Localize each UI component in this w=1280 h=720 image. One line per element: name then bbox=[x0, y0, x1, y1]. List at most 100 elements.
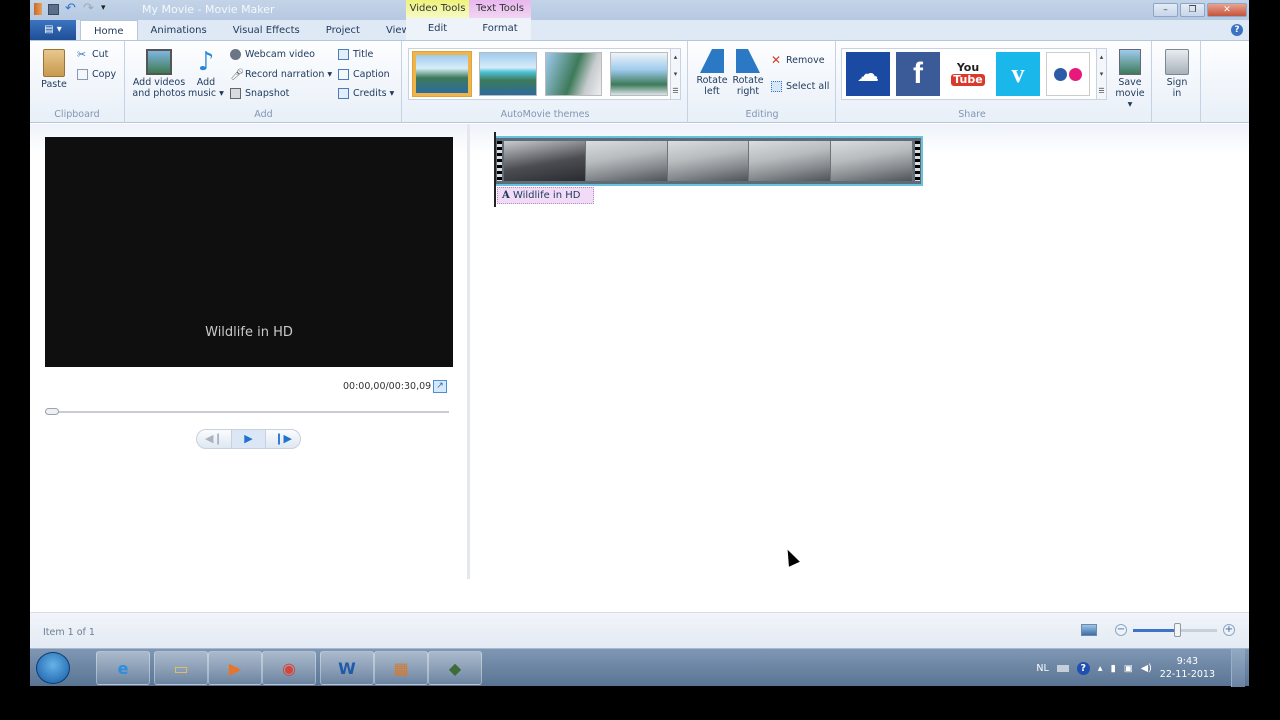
taskbar-movie-maker-icon[interactable]: ▦ bbox=[374, 651, 428, 685]
clip-frame-thumbnail bbox=[504, 141, 586, 181]
flickr-icon[interactable] bbox=[1046, 52, 1090, 96]
theme-item[interactable] bbox=[610, 52, 669, 96]
power-icon[interactable]: ▮ bbox=[1111, 663, 1116, 674]
caption-button[interactable]: Caption bbox=[338, 69, 390, 80]
volume-icon[interactable]: ◀) bbox=[1141, 663, 1152, 674]
paste-button[interactable]: Paste bbox=[38, 49, 70, 90]
redo-icon[interactable]: ↷ bbox=[83, 2, 95, 15]
show-hidden-icons-icon[interactable]: ▴ bbox=[1098, 663, 1103, 674]
zoom-slider-fill bbox=[1133, 628, 1177, 632]
zoom-in-button[interactable]: + bbox=[1223, 624, 1235, 636]
seek-thumb[interactable] bbox=[45, 408, 59, 415]
webcam-video-button[interactable]: Webcam video bbox=[230, 49, 315, 60]
share-gallery: ☁ f You Tube v bbox=[841, 48, 1097, 100]
zoom-out-button[interactable]: − bbox=[1115, 624, 1127, 636]
taskbar-internet-explorer-icon[interactable]: e bbox=[96, 651, 150, 685]
tab-home[interactable]: Home bbox=[80, 20, 138, 40]
save-icon[interactable] bbox=[48, 3, 59, 15]
themes-group-label: AutoMovie themes bbox=[500, 109, 590, 120]
video-clip[interactable] bbox=[494, 136, 923, 186]
scissors-icon: ✂ bbox=[77, 48, 87, 61]
remove-button[interactable]: ✕ Remove bbox=[771, 54, 825, 66]
tab-project[interactable]: Project bbox=[313, 20, 373, 40]
taskbar-file-explorer-icon[interactable]: ▭ bbox=[154, 651, 208, 685]
thumbnail-size-icon[interactable] bbox=[1081, 624, 1097, 636]
language-indicator[interactable]: NL bbox=[1036, 663, 1048, 674]
app-icon[interactable] bbox=[34, 3, 42, 15]
share-gallery-scroll[interactable]: ▴ ▾ ☰ bbox=[1096, 48, 1107, 100]
record-narration-button[interactable]: 🎤︎ Record narration ▾ bbox=[230, 69, 332, 80]
zoom-slider-thumb[interactable] bbox=[1173, 622, 1181, 637]
fullscreen-preview-button[interactable]: ↗ bbox=[433, 380, 447, 393]
vimeo-icon[interactable]: v bbox=[996, 52, 1040, 96]
skydrive-icon[interactable]: ☁ bbox=[846, 52, 890, 96]
clip-frame-thumbnail bbox=[667, 141, 750, 181]
editing-group-label: Editing bbox=[745, 109, 779, 120]
music-note-icon: ♪ bbox=[197, 47, 215, 77]
rotate-left-button[interactable]: Rotate left bbox=[695, 49, 729, 97]
clipboard-group-label: Clipboard bbox=[54, 109, 100, 120]
save-movie-button[interactable]: Save movie ▾ bbox=[1112, 49, 1148, 110]
show-desktop-button[interactable] bbox=[1231, 649, 1245, 687]
share-group: ☁ f You Tube v ▴ ▾ ☰ Save movie ▾ Share bbox=[837, 41, 1152, 123]
editing-group: Rotate left Rotate right ✕ Remove Select… bbox=[689, 41, 836, 123]
taskbar-other-app-icon[interactable]: ◆ bbox=[428, 651, 482, 685]
status-bar: Item 1 of 1 − + bbox=[30, 612, 1249, 648]
snapshot-button[interactable]: Snapshot bbox=[230, 88, 289, 99]
add-music-button[interactable]: ♪ Add music ▾ bbox=[188, 49, 224, 99]
tab-animations[interactable]: Animations bbox=[138, 20, 220, 40]
help-icon[interactable]: ? bbox=[1231, 24, 1243, 36]
restore-button[interactable]: ❐ bbox=[1180, 3, 1205, 17]
start-button[interactable] bbox=[36, 652, 70, 684]
play-button[interactable]: ▶ bbox=[230, 430, 267, 448]
theme-item[interactable] bbox=[413, 52, 471, 96]
playback-controls: ◀❙ ▶ ❙▶ bbox=[196, 429, 301, 449]
user-avatar-icon bbox=[1165, 49, 1189, 75]
clip-frame-thumbnail bbox=[585, 141, 668, 181]
tab-edit[interactable]: Edit bbox=[406, 18, 469, 40]
file-menu-button[interactable]: ▤ ▾ bbox=[30, 20, 76, 40]
zoom-slider[interactable] bbox=[1133, 622, 1217, 637]
title-button[interactable]: Title bbox=[338, 49, 373, 60]
ribbon: Paste ✂ Cut Copy Clipboard Add videos an… bbox=[30, 40, 1249, 123]
credits-button[interactable]: Credits ▾ bbox=[338, 88, 394, 99]
copy-button[interactable]: Copy bbox=[77, 69, 116, 80]
video-preview[interactable]: Wildlife in HD bbox=[45, 137, 453, 367]
zoom-control: − + bbox=[1081, 622, 1235, 637]
youtube-icon[interactable]: You Tube bbox=[946, 52, 990, 96]
themes-gallery-scroll[interactable]: ▴ ▾ ☰ bbox=[670, 48, 681, 100]
taskbar-word-icon[interactable]: W bbox=[320, 651, 374, 685]
select-all-button[interactable]: Select all bbox=[771, 81, 829, 92]
undo-icon[interactable]: ↶ bbox=[65, 2, 77, 15]
taskbar-media-player-icon[interactable]: ▶ bbox=[208, 651, 262, 685]
playhead[interactable] bbox=[494, 132, 496, 207]
system-tray: NL ? ▴ ▮ ▣ ◀) 9:43 22-11-2013 bbox=[1036, 649, 1249, 687]
taskbar-chrome-icon[interactable]: ◉ bbox=[262, 651, 316, 685]
clock[interactable]: 9:43 22-11-2013 bbox=[1160, 655, 1215, 681]
customize-qat-icon[interactable]: ▾ bbox=[101, 3, 113, 15]
tab-visual-effects[interactable]: Visual Effects bbox=[220, 20, 313, 40]
facebook-icon[interactable]: f bbox=[896, 52, 940, 96]
help-circle-icon[interactable]: ? bbox=[1076, 661, 1090, 675]
theme-item[interactable] bbox=[478, 52, 537, 96]
cut-button[interactable]: ✂ Cut bbox=[77, 49, 108, 60]
close-button[interactable]: ✕ bbox=[1207, 3, 1247, 17]
film-sprocket-right bbox=[915, 141, 920, 181]
network-icon[interactable]: ▣ bbox=[1124, 663, 1133, 674]
caption-clip[interactable]: A Wildlife in HD bbox=[497, 187, 594, 204]
credits-icon bbox=[338, 88, 349, 99]
theme-item[interactable] bbox=[544, 52, 603, 96]
sign-in-button[interactable]: Sign in bbox=[1160, 49, 1194, 99]
next-frame-button[interactable]: ❙▶ bbox=[266, 430, 300, 448]
minimize-button[interactable]: – bbox=[1153, 3, 1178, 17]
tab-format[interactable]: Format bbox=[469, 18, 531, 40]
pane-splitter[interactable] bbox=[467, 124, 470, 579]
keyboard-icon[interactable] bbox=[1056, 664, 1069, 672]
sign-in-group: Sign in bbox=[1153, 41, 1201, 123]
previous-frame-button[interactable]: ◀❙ bbox=[197, 430, 231, 448]
seek-bar[interactable] bbox=[45, 408, 449, 415]
rotate-right-button[interactable]: Rotate right bbox=[731, 49, 765, 97]
clock-time: 9:43 bbox=[1176, 656, 1199, 667]
automovie-themes-group: ▴ ▾ ☰ AutoMovie themes bbox=[403, 41, 688, 123]
add-videos-photos-button[interactable]: Add videos and photos bbox=[130, 49, 188, 99]
